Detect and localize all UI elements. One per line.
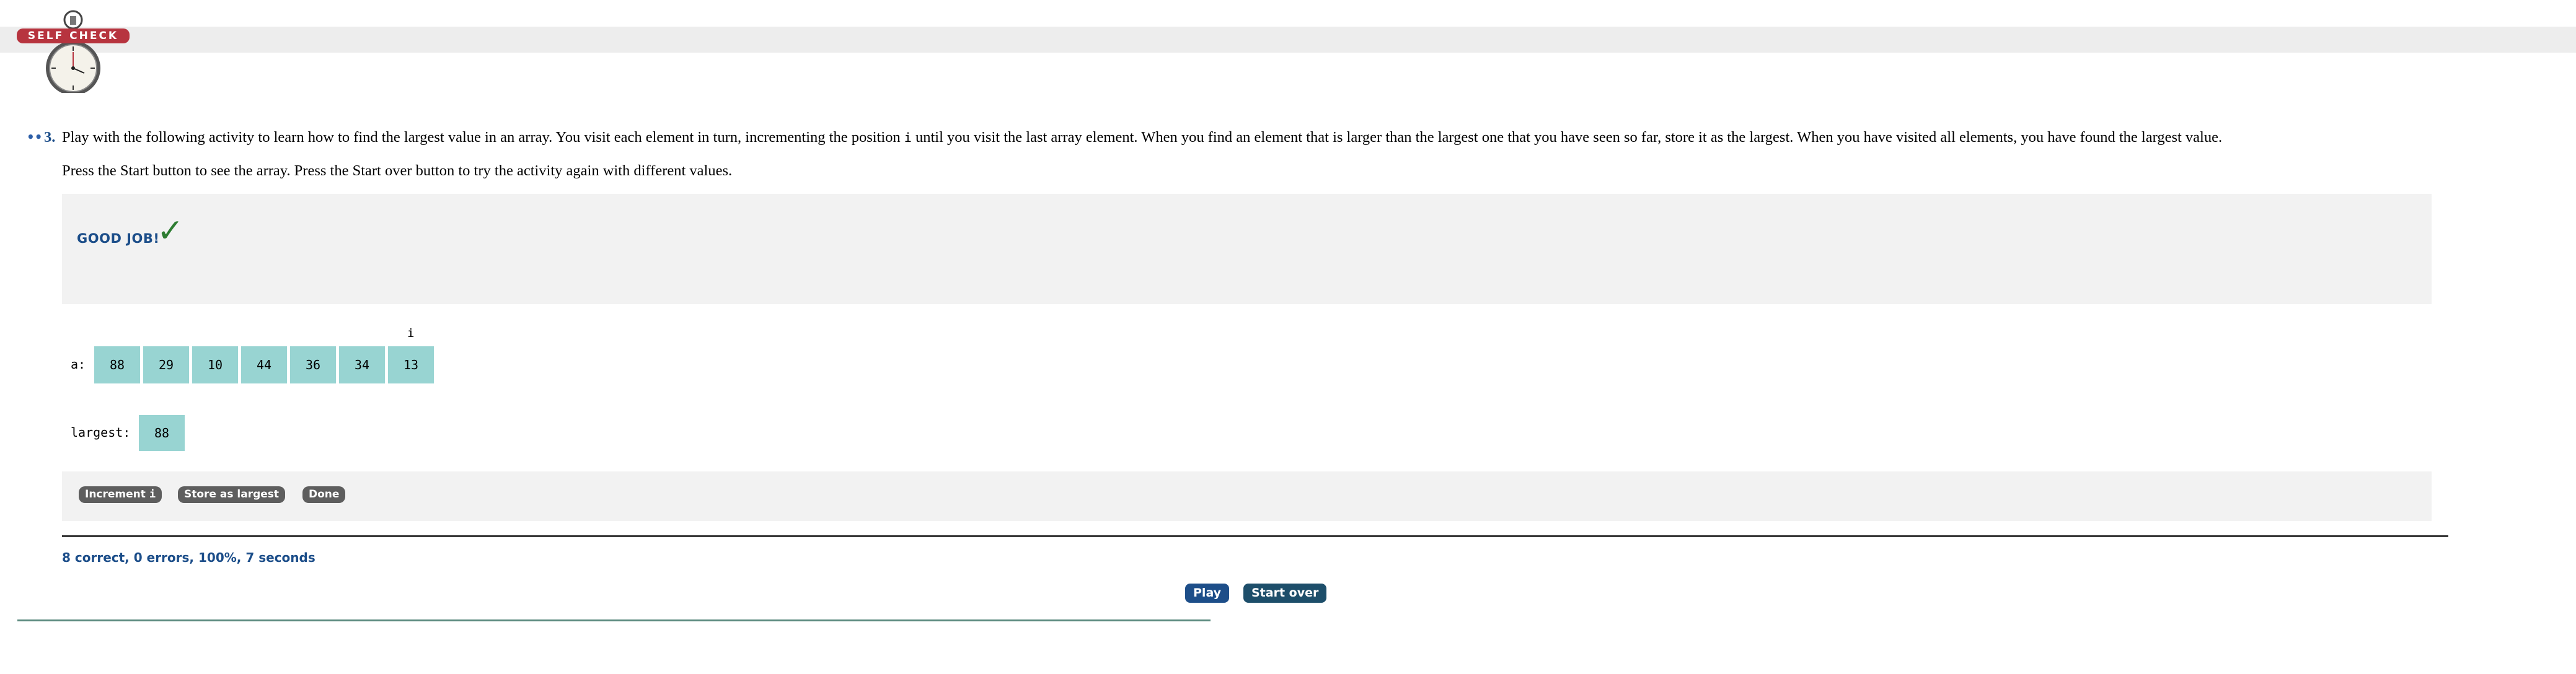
self-check-badge: SELF CHECK <box>17 28 130 43</box>
start-over-button[interactable]: Start over <box>1243 584 1327 603</box>
bottom-divider <box>17 619 1211 621</box>
array-cell: 29 <box>143 346 189 383</box>
score-status: 8 correct, 0 errors, 100%, 7 seconds <box>62 550 315 565</box>
question-instructions: Press the Start button to see the array.… <box>62 162 733 179</box>
increment-button-var: i <box>149 488 156 501</box>
largest-cell: 88 <box>139 415 185 451</box>
feedback-message: GOOD JOB! <box>77 231 160 246</box>
array-cell: 10 <box>192 346 238 383</box>
difficulty-dots: •• <box>27 129 43 144</box>
array-cell: 44 <box>241 346 287 383</box>
array-cell: 88 <box>94 346 140 383</box>
array-cell: 13 <box>388 346 434 383</box>
increment-button-label: Increment <box>85 488 146 501</box>
increment-button[interactable]: Increment i <box>79 486 162 503</box>
action-panel: Increment i Store as largest Done <box>62 471 2432 521</box>
stopwatch-icon <box>36 6 110 95</box>
play-button[interactable]: Play <box>1185 584 1230 603</box>
divider <box>62 535 2448 537</box>
question-number: 3. <box>44 129 56 146</box>
array-cell: 36 <box>290 346 336 383</box>
array-label: a: <box>71 357 86 372</box>
question-text-part2: until you visit the last array element. … <box>911 129 2223 146</box>
feedback-panel: GOOD JOB! ✓ <box>62 194 2432 304</box>
header-strip <box>0 27 2576 53</box>
done-button[interactable]: Done <box>302 486 346 503</box>
question-text-part1: Play with the following activity to lear… <box>62 129 904 146</box>
question-code-var: i <box>904 130 912 145</box>
index-marker: i <box>407 326 415 340</box>
checkmark-icon: ✓ <box>157 212 184 250</box>
largest-label: largest: <box>71 425 131 440</box>
store-as-largest-button[interactable]: Store as largest <box>178 486 286 503</box>
array-cell: 34 <box>339 346 385 383</box>
question-text: Play with the following activity to lear… <box>62 121 2461 187</box>
